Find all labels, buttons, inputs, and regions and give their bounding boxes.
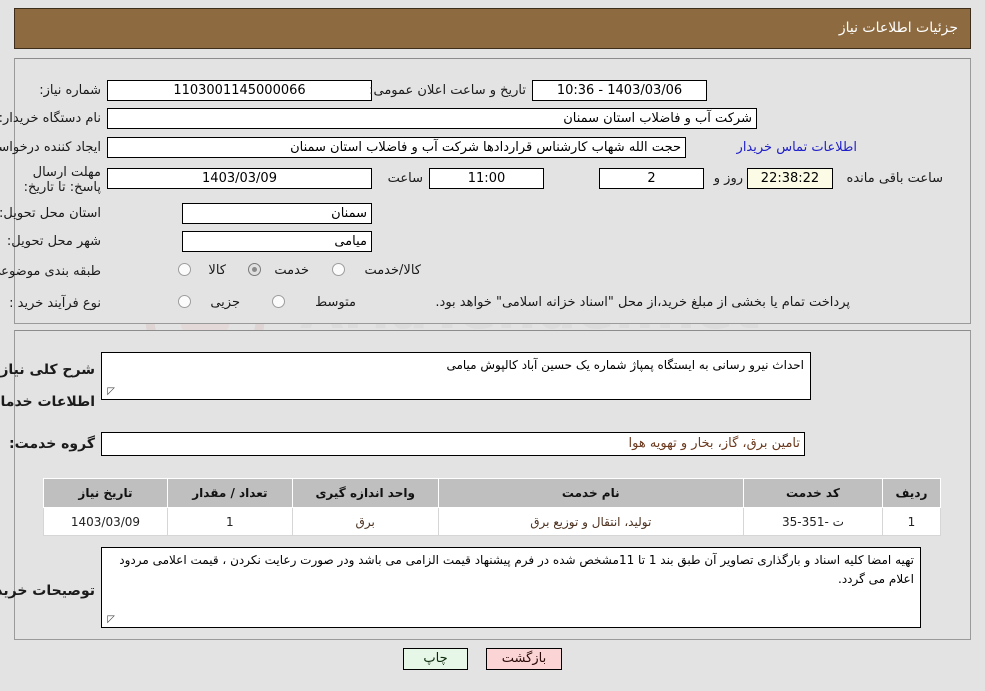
deadline-time-value[interactable]: 11:00 [429,168,544,189]
table-header-row: ردیف کد خدمت نام خدمت واحد اندازه گیری ت… [43,478,942,508]
category-label: طبقه بندی موضوعی: [0,264,101,279]
requester-value[interactable]: حجت الله شهاب کارشناس قراردادها شرکت آب … [107,137,686,158]
radio-category-khedmat[interactable] [248,263,261,276]
payment-note: پرداخت تمام یا بخشی از مبلغ خرید،از محل … [435,295,850,310]
countdown-timer-unit: ساعت باقی مانده [846,171,943,186]
page-header-bar: جزئیات اطلاعات نیاز [14,8,971,49]
resize-grip-icon-notes[interactable]: ◸ [105,615,115,625]
buyer-notes-value: تهیه امضا کلیه اسناد و بارگذاری تصاویر آ… [119,553,914,586]
service-group-label: گروه خدمت: [9,436,95,452]
table-row[interactable]: 1 ت -351-35 تولید، انتقال و توزیع برق بر… [43,507,942,536]
col-service-code: کد خدمت [742,478,883,508]
category-option-kala-label: کالا [208,263,226,278]
col-quantity: تعداد / مقدار [166,478,293,508]
process-label: نوع فرآیند خرید : [9,296,101,311]
services-section-title: اطلاعات خدمات مورد نیاز [0,394,95,410]
col-unit: واحد اندازه گیری [291,478,439,508]
remaining-days-value[interactable]: 2 [599,168,704,189]
print-button[interactable]: چاپ [403,648,468,670]
cell-need-date: 1403/03/09 [43,507,168,536]
requester-label: ایجاد کننده درخواست: [0,140,101,155]
need-number-label: شماره نیاز: [39,83,101,98]
city-value[interactable]: میامی [182,231,372,252]
province-label: استان محل تحویل: [0,206,101,221]
cell-quantity: 1 [166,507,293,536]
buyer-notes-label: توصیحات خریدار: [0,583,95,599]
process-option-jozee-label: جزیی [210,295,240,310]
public-announce-label: تاریخ و ساعت اعلان عمومی: [369,83,526,98]
services-table: ردیف کد خدمت نام خدمت واحد اندازه گیری ت… [43,478,942,536]
public-announce-value[interactable]: 1403/03/06 - 10:36 [532,80,707,101]
cell-service-name: تولید، انتقال و توزیع برق [437,507,744,536]
need-desc-label: شرح کلی نیاز: [0,362,95,378]
deadline-hour-label: ساعت [387,171,423,186]
col-need-date: تاریخ نیاز [43,478,168,508]
cell-unit: برق [291,507,439,536]
countdown-timer-value: 22:38:22 [747,168,833,189]
deadline-date-value[interactable]: 1403/03/09 [107,168,372,189]
process-option-motevaset-label: متوسط [315,295,356,310]
city-label: شهر محل تحویل: [6,234,101,249]
buyer-org-label: نام دستگاه خریدار: [0,111,101,126]
cell-row-no: 1 [881,507,942,536]
buyer-org-value[interactable]: شرکت آب و فاضلاب استان سمنان [107,108,757,129]
resize-grip-icon[interactable]: ◸ [105,387,115,397]
remaining-days-unit: روز و [713,171,743,186]
need-desc-textarea[interactable]: احداث نیرو رسانی به ایستگاه پمپاژ شماره … [101,352,811,400]
page-root: AriaTender.net جزئیات اطلاعات نیاز شماره… [0,0,985,691]
service-group-value[interactable]: تامین برق، گاز، بخار و تهویه هوا [101,432,805,456]
radio-process-jozee[interactable] [178,295,191,308]
radio-category-kala[interactable] [178,263,191,276]
page-title: جزئیات اطلاعات نیاز [838,20,958,36]
need-number-value[interactable]: 1103001145000066 [107,80,372,101]
category-option-khedmat-label: خدمت [274,263,309,278]
col-row-no: ردیف [881,478,942,508]
province-value[interactable]: سمنان [182,203,372,224]
radio-category-kala-khedmat[interactable] [332,263,345,276]
deadline-label: مهلت ارسال پاسخ: تا تاریخ: [23,165,101,195]
radio-process-motevaset[interactable] [272,295,285,308]
col-service-name: نام خدمت [437,478,744,508]
buyer-notes-textarea[interactable]: تهیه امضا کلیه اسناد و بارگذاری تصاویر آ… [101,547,921,628]
need-desc-value: احداث نیرو رسانی به ایستگاه پمپاژ شماره … [446,358,804,372]
back-button[interactable]: بازگشت [486,648,562,670]
cell-service-code: ت -351-35 [742,507,883,536]
buyer-contact-link[interactable]: اطلاعات تماس خریدار [737,140,857,155]
category-option-kala-khedmat-label: کالا/خدمت [364,263,421,278]
